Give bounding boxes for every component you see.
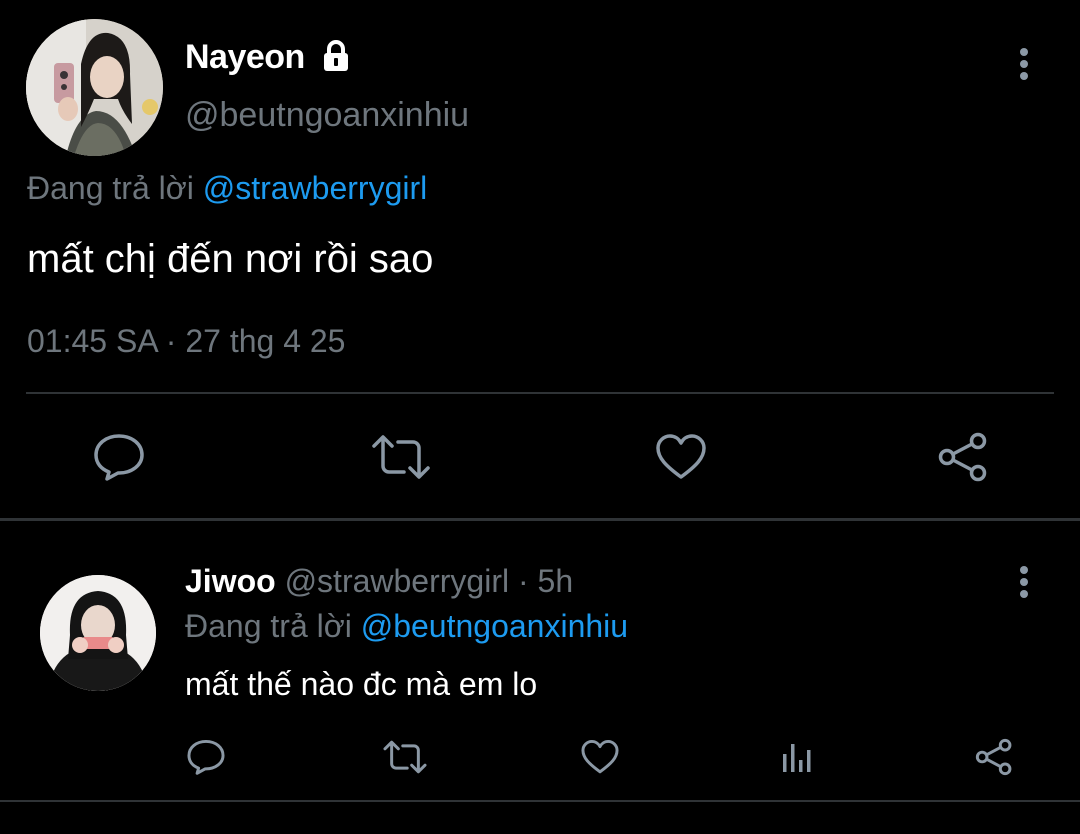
share-icon [938, 432, 987, 482]
reply-time[interactable]: 5h [538, 563, 574, 599]
replying-to-line: Đang trả lời @strawberrygirl [27, 170, 427, 207]
display-name[interactable]: Nayeon [185, 38, 305, 77]
avatar-jiwoo[interactable] [40, 575, 156, 691]
analytics-icon [783, 744, 811, 772]
mention-link[interactable]: @beutngoanxinhiu [361, 608, 628, 644]
more-options-icon[interactable] [1008, 562, 1040, 602]
avatar-image [40, 575, 156, 691]
share-button[interactable] [974, 738, 1014, 776]
reply-handle[interactable]: @strawberrygirl [285, 563, 510, 599]
lock-icon [318, 38, 354, 74]
like-button[interactable] [654, 432, 708, 482]
reply-header: Jiwoo @strawberrygirl · 5h [185, 563, 573, 600]
like-button[interactable] [580, 738, 620, 776]
mention-link[interactable]: @strawberrygirl [203, 170, 428, 206]
reply-button[interactable] [186, 738, 226, 776]
divider [26, 392, 1054, 394]
reply-button[interactable] [92, 432, 146, 482]
share-button[interactable] [936, 432, 990, 482]
user-handle[interactable]: @beutngoanxinhiu [185, 96, 469, 135]
retweet-icon [383, 740, 427, 774]
like-icon [656, 434, 706, 479]
like-icon [581, 739, 619, 774]
analytics-button[interactable] [778, 738, 816, 776]
retweet-button[interactable] [370, 432, 432, 482]
tweet-text: mất chị đến nơi rồi sao [27, 237, 434, 281]
reply-text: mất thế nào đc mà em lo [185, 666, 538, 702]
reply-icon [94, 434, 144, 481]
more-options-icon[interactable] [1008, 44, 1040, 84]
replying-to-label: Đang trả lời [185, 608, 361, 644]
avatar-image [26, 19, 163, 156]
reply-icon [187, 739, 225, 775]
retweet-button[interactable] [382, 738, 428, 776]
retweet-icon [372, 435, 430, 479]
section-divider [0, 518, 1080, 521]
tweet-timestamp[interactable]: 01:45 SA · 27 thg 4 25 [27, 323, 345, 360]
divider [0, 800, 1080, 802]
replying-to-label: Đang trả lời [27, 170, 203, 206]
reply-display-name[interactable]: Jiwoo [185, 563, 276, 599]
separator-dot: · [509, 563, 538, 599]
replying-to-line: Đang trả lời @beutngoanxinhiu [185, 608, 628, 645]
avatar-nayeon[interactable] [26, 19, 163, 156]
share-icon [975, 738, 1012, 776]
